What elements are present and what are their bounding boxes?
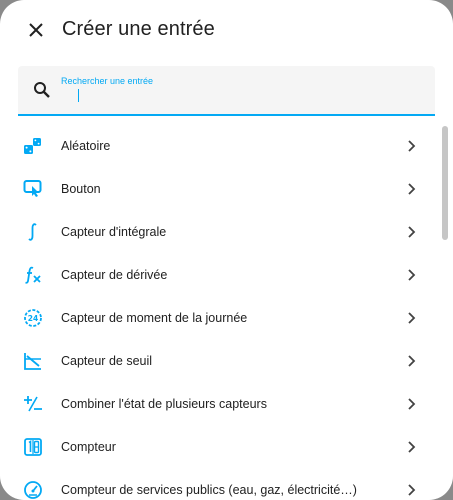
- list-scrollbar[interactable]: [442, 126, 448, 240]
- integral-icon: [22, 221, 44, 243]
- list-item-label: Capteur de dérivée: [61, 267, 168, 282]
- list-item[interactable]: Combiner l'état de plusieurs capteurs: [0, 382, 438, 425]
- counter-icon: [22, 436, 44, 458]
- plus-minus-icon: [22, 393, 44, 415]
- dice-icon: [22, 135, 44, 157]
- list-item-label: Capteur de moment de la journée: [61, 310, 248, 325]
- threshold-chart-icon: [22, 350, 44, 372]
- list-item[interactable]: Capteur d'intégrale: [0, 210, 438, 253]
- chevron-right-icon: [408, 483, 416, 496]
- meter-gauge-icon: [22, 479, 44, 500]
- chevron-right-icon: [408, 440, 416, 453]
- list-item-label: Capteur d'intégrale: [61, 224, 167, 239]
- list-item[interactable]: Compteur de services publics (eau, gaz, …: [0, 468, 438, 500]
- svg-text:24: 24: [28, 314, 38, 323]
- list-item[interactable]: Aléatoire: [0, 124, 438, 167]
- close-button[interactable]: [22, 16, 50, 44]
- list-item-label: Capteur de seuil: [61, 353, 153, 368]
- list-item[interactable]: 24 Capteur de moment de la journée: [0, 296, 438, 339]
- chevron-right-icon: [408, 311, 416, 324]
- clock-24-icon: 24: [22, 307, 44, 329]
- search-icon: [34, 82, 50, 98]
- list-item-label: Compteur de services publics (eau, gaz, …: [61, 482, 357, 497]
- chevron-right-icon: [408, 397, 416, 410]
- dialog-title: Créer une entrée: [62, 18, 215, 40]
- chevron-right-icon: [408, 225, 416, 238]
- create-entry-dialog: Créer une entrée Rechercher une entrée A…: [0, 0, 453, 500]
- chevron-right-icon: [408, 182, 416, 195]
- search-input[interactable]: Rechercher une entrée: [18, 66, 435, 116]
- list-item[interactable]: Capteur de seuil: [0, 339, 438, 382]
- dialog-header: Créer une entrée: [0, 0, 453, 62]
- list-item[interactable]: Bouton: [0, 167, 438, 210]
- list-item-label: Compteur: [61, 439, 116, 454]
- function-variant-icon: [22, 264, 44, 286]
- list-item[interactable]: Capteur de dérivée: [0, 253, 438, 296]
- list-item-label: Aléatoire: [61, 138, 111, 153]
- list-item-label: Bouton: [61, 181, 101, 196]
- chevron-right-icon: [408, 268, 416, 281]
- list-item[interactable]: Compteur: [0, 425, 438, 468]
- chevron-right-icon: [408, 354, 416, 367]
- gesture-tap-button-icon: [22, 178, 44, 200]
- list-item-label: Combiner l'état de plusieurs capteurs: [61, 396, 267, 411]
- chevron-right-icon: [408, 139, 416, 152]
- close-icon: [29, 23, 43, 37]
- search-label: Rechercher une entrée: [61, 76, 154, 86]
- text-cursor: [78, 89, 79, 102]
